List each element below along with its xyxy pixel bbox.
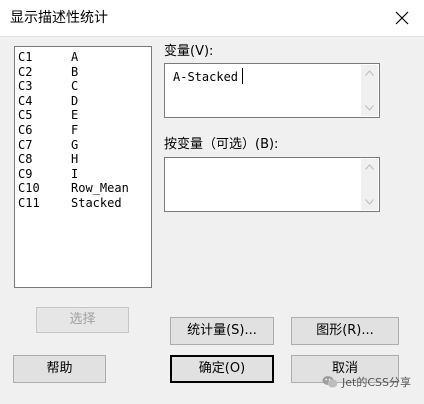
by-variable-scrollbar[interactable]: [361, 159, 378, 210]
variable-list-item[interactable]: C11 Stacked: [18, 196, 151, 211]
variable-name: F: [71, 122, 79, 137]
close-icon: [395, 11, 409, 25]
variable-listbox[interactable]: C1 A C2 B C3 C C4 D C5 E C6 F C7 G C8 H C9 I C10 Row_Mean C1…: [14, 46, 152, 288]
variable-list-item[interactable]: C3 C: [18, 79, 151, 94]
watermark-text: Jet的CSS分享: [342, 376, 411, 389]
by-variable-label: 按变量（可选）(B):: [164, 137, 279, 152]
help-button[interactable]: 帮助: [13, 355, 106, 383]
watermark: Jet的CSS分享: [322, 374, 411, 390]
scroll-down-icon[interactable]: [361, 194, 378, 210]
ok-button[interactable]: 确定(O): [170, 355, 274, 383]
variable-column-id: C2: [18, 64, 33, 79]
variable-list-item[interactable]: C1 A: [18, 50, 151, 65]
title-bar: 显示描述性统计: [0, 0, 424, 37]
variable-column-id: C1: [18, 50, 33, 64]
variable-name: I: [71, 166, 79, 181]
variable-column-id: C7: [18, 137, 33, 152]
variable-list-item[interactable]: C9 I: [18, 167, 151, 182]
variable-name: D: [71, 93, 79, 108]
variable-column-id: C5: [18, 108, 33, 123]
variable-list-item[interactable]: C10 Row_Mean: [18, 181, 151, 196]
variable-name: G: [71, 137, 79, 152]
variables-scrollbar[interactable]: [361, 65, 378, 116]
variable-column-id: C8: [18, 152, 33, 167]
dialog-title: 显示描述性统计: [10, 10, 108, 26]
variable-column-id: C3: [18, 79, 33, 94]
by-variable-textbox[interactable]: [164, 157, 380, 212]
variables-textbox[interactable]: A-Stacked: [164, 63, 380, 118]
variable-column-id: C11: [18, 195, 40, 210]
variable-name: C: [71, 79, 79, 94]
variable-name: B: [71, 64, 79, 79]
variable-list-item[interactable]: C2 B: [18, 65, 151, 80]
select-button[interactable]: 选择: [36, 307, 129, 333]
variable-list-item[interactable]: C4 D: [18, 94, 151, 109]
variable-column-id: C4: [18, 93, 33, 108]
statistics-button[interactable]: 统计量(S)...: [170, 317, 274, 345]
variable-name: Stacked: [71, 195, 122, 210]
variables-label: 变量(V):: [164, 44, 214, 59]
scroll-up-icon[interactable]: [361, 159, 378, 175]
close-button[interactable]: [386, 3, 418, 33]
scroll-up-icon[interactable]: [361, 65, 378, 81]
variable-list-item[interactable]: C5 E: [18, 108, 151, 123]
scroll-down-icon[interactable]: [361, 100, 378, 116]
variable-list-item[interactable]: C8 H: [18, 152, 151, 167]
text-caret: [242, 68, 243, 84]
variable-name: A: [71, 50, 79, 64]
variables-textbox-value: A-Stacked: [173, 70, 239, 84]
variable-name: H: [71, 152, 79, 167]
variable-column-id: C9: [18, 166, 33, 181]
graphs-button[interactable]: 图形(R)...: [291, 317, 399, 345]
variable-column-id: C10: [18, 181, 40, 196]
variable-list-item[interactable]: C7 G: [18, 138, 151, 153]
variable-name: Row_Mean: [71, 181, 129, 196]
variable-name: E: [71, 108, 79, 123]
variable-column-id: C6: [18, 122, 33, 137]
variable-list-item[interactable]: C6 F: [18, 123, 151, 138]
wechat-icon: [322, 376, 338, 388]
